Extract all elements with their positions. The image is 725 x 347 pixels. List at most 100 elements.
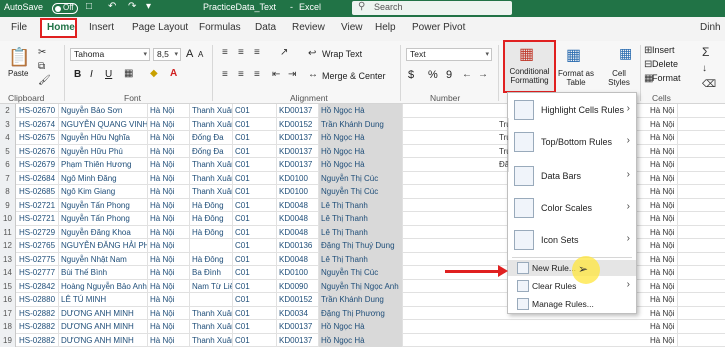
cell-right[interactable]: Hà Nội [648,145,678,159]
underline-button[interactable]: U [105,69,112,80]
cell-name[interactable]: DƯƠNG ANH MINH [59,307,148,321]
cell-id[interactable]: HS-02765 [17,239,59,253]
cell-kd[interactable]: KD0034 [277,307,319,321]
cell-name[interactable]: DƯƠNG ANH MINH [59,334,148,347]
cell-teacher[interactable]: Lê Thị Thanh [319,212,403,226]
cell-name[interactable]: Bùi Thế Bình [59,266,148,280]
cell-c[interactable]: C01 [233,118,277,132]
orientation-icon[interactable]: ↗ [280,47,288,58]
cell-kd[interactable]: KD0048 [277,253,319,267]
align-right-icon[interactable]: ≡ [254,69,260,80]
autosum-icon[interactable]: Σ [702,45,709,59]
cell-id[interactable]: HS-02882 [17,307,59,321]
tab-help[interactable]: Help [375,22,396,33]
cell-teacher[interactable]: Hồ Ngọc Hà [319,334,403,347]
cell-id[interactable]: HS-02721 [17,212,59,226]
cell-district[interactable]: Thanh Xuân [190,158,233,172]
cell-c[interactable]: C01 [233,199,277,213]
conditional-formatting-button[interactable]: ▦ Conditional Formatting [503,40,556,93]
cell-district[interactable]: Thanh Xuân [190,334,233,347]
cell-teacher[interactable]: Trần Khánh Dung [319,118,403,132]
cell-id[interactable]: HS-02670 [17,104,59,118]
cell-id[interactable]: HS-02777 [17,266,59,280]
cell-district[interactable]: Thanh Xuân [190,172,233,186]
cell-city[interactable]: Hà Nội [148,320,190,334]
save-icon[interactable]: □ [86,1,92,12]
autosave-toggle[interactable]: Off [52,3,78,14]
row-header[interactable]: 6 [0,158,16,172]
row-header[interactable]: 19 [0,334,16,347]
paste-label[interactable]: Paste [8,69,28,78]
cell-name[interactable]: NGUYỄN ĐĂNG HẢI PHONG [59,239,148,253]
cell-city[interactable]: Hà Nội [148,253,190,267]
cell-id[interactable]: HS-02882 [17,320,59,334]
row-header[interactable]: 15 [0,280,16,294]
search-box[interactable]: ⚲ Search [352,1,512,15]
cell-district[interactable] [190,239,233,253]
cell-teacher[interactable]: Hồ Ngọc Hà [319,131,403,145]
tab-insert[interactable]: Insert [89,22,114,33]
cell-district[interactable]: Thanh Xuân [190,307,233,321]
cell-district[interactable]: Hà Đông [190,212,233,226]
merge-center-button[interactable]: Merge & Center [322,71,386,81]
cell-city[interactable]: Hà Nội [148,118,190,132]
cell-city[interactable]: Hà Nội [148,307,190,321]
cell-kd[interactable]: KD00152 [277,118,319,132]
cell-city[interactable]: Hà Nội [148,280,190,294]
cell-c[interactable]: C01 [233,280,277,294]
copy-icon[interactable]: ⧉ [38,61,45,72]
row-header[interactable]: 9 [0,199,16,213]
row-header[interactable]: 8 [0,185,16,199]
cell-city[interactable]: Hà Nội [148,172,190,186]
cell-c[interactable]: C01 [233,158,277,172]
cell-city[interactable]: Hà Nội [148,239,190,253]
cell-city[interactable]: Hà Nội [148,266,190,280]
row-header[interactable]: 3 [0,118,16,132]
menu-color-scales[interactable]: Color Scales › [508,195,636,221]
cell-teacher[interactable]: Đặng Thị Phương [319,307,403,321]
cell-teacher[interactable]: Nguyễn Thị Cúc [319,185,403,199]
cell-c[interactable]: C01 [233,239,277,253]
cell-c[interactable]: C01 [233,131,277,145]
row-header[interactable]: 10 [0,212,16,226]
cell-styles-button[interactable]: Cell Styles [604,69,634,87]
number-format-combo[interactable]: Text▾ [406,48,492,61]
cell-right[interactable]: Hà Nội [648,293,678,307]
cell-kd[interactable]: KD0090 [277,280,319,294]
row-header[interactable]: 14 [0,266,16,280]
cell-c[interactable]: C01 [233,212,277,226]
row-header[interactable]: 4 [0,131,16,145]
cell-kd[interactable]: KD00137 [277,131,319,145]
cell-id[interactable]: HS-02842 [17,280,59,294]
cell-district[interactable]: Hà Đông [190,253,233,267]
format-painter-icon[interactable]: 🖌 [38,75,51,86]
cell-teacher[interactable]: Nguyễn Thị Cúc [319,172,403,186]
cell-teacher[interactable]: Nguyễn Thị Cúc [319,266,403,280]
cell-name[interactable]: Nguyễn Đăng Khoa [59,226,148,240]
row-header[interactable]: 16 [0,293,16,307]
font-size-combo[interactable]: 8,5▾ [153,48,181,61]
cell-kd[interactable]: KD00137 [277,104,319,118]
customize-qat-icon[interactable]: ▾ [146,1,151,12]
tab-data[interactable]: Data [255,22,276,33]
menu-highlight-cells-rules[interactable]: Highlight Cells Rules › [508,97,636,123]
cell-teacher[interactable]: Hồ Ngọc Hà [319,104,403,118]
cell-city[interactable]: Hà Nội [148,131,190,145]
cell-teacher[interactable]: Nguyễn Thị Ngọc Anh [319,280,403,294]
cell-name[interactable]: Phạm Thiên Hương [59,158,148,172]
menu-manage-rules[interactable]: Manage Rules... [508,296,636,312]
cell-kd[interactable]: KD00137 [277,145,319,159]
delete-cells-button[interactable]: Delete [652,59,678,69]
row-header[interactable]: 12 [0,239,16,253]
align-center-icon[interactable]: ≡ [238,69,244,80]
cell-id[interactable]: HS-02880 [17,293,59,307]
cell-c[interactable]: C01 [233,253,277,267]
cell-name[interactable]: Nguyễn Bảo Sơn [59,104,148,118]
cell-city[interactable]: Hà Nội [148,226,190,240]
cell-city[interactable]: Hà Nội [148,185,190,199]
cell-kd[interactable]: KD00137 [277,334,319,347]
cell-c[interactable]: C01 [233,185,277,199]
cell-kd[interactable]: KD00136 [277,239,319,253]
cell-district[interactable]: Thanh Xuân [190,118,233,132]
fill-color-icon[interactable]: ◆ [150,68,158,79]
